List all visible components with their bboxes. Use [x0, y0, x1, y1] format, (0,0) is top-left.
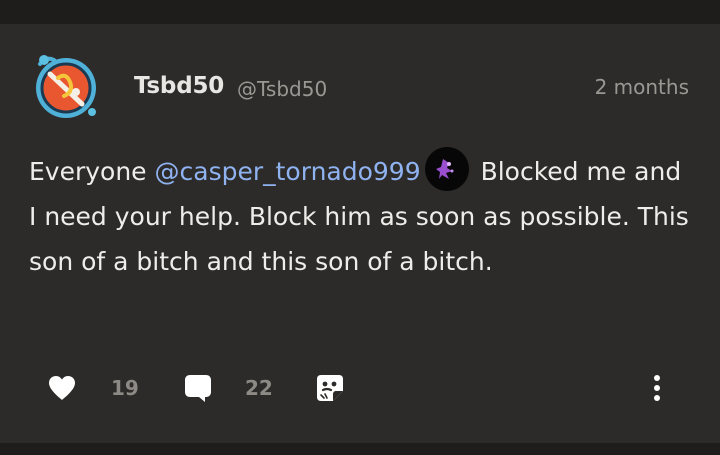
comment-count: 22 — [245, 376, 273, 400]
top-strip — [0, 0, 720, 24]
user-mention-link[interactable]: @casper_tornado999 — [155, 157, 421, 186]
comment-button[interactable] — [183, 366, 213, 410]
bottom-strip — [0, 443, 720, 455]
author-display-name[interactable]: Tsbd50 — [134, 73, 224, 99]
share-button[interactable] — [315, 366, 345, 410]
post-body: Everyone @casper_tornado999 Blocked me a… — [29, 147, 694, 284]
like-count: 19 — [111, 376, 139, 400]
comment-icon — [183, 373, 213, 403]
body-text-lead: Everyone — [29, 157, 155, 186]
more-options-button[interactable] — [651, 366, 663, 410]
like-button[interactable] — [47, 366, 77, 410]
post-timestamp: 2 months — [594, 75, 689, 99]
more-vertical-icon — [651, 373, 663, 403]
post-actions-bar: 19 22 — [0, 366, 720, 410]
share-icon — [315, 373, 345, 403]
author-avatar-icon[interactable] — [30, 48, 102, 120]
heart-icon — [47, 374, 77, 402]
mention-avatar-icon[interactable] — [424, 147, 469, 191]
author-handle[interactable]: @Tsbd50 — [237, 77, 327, 101]
